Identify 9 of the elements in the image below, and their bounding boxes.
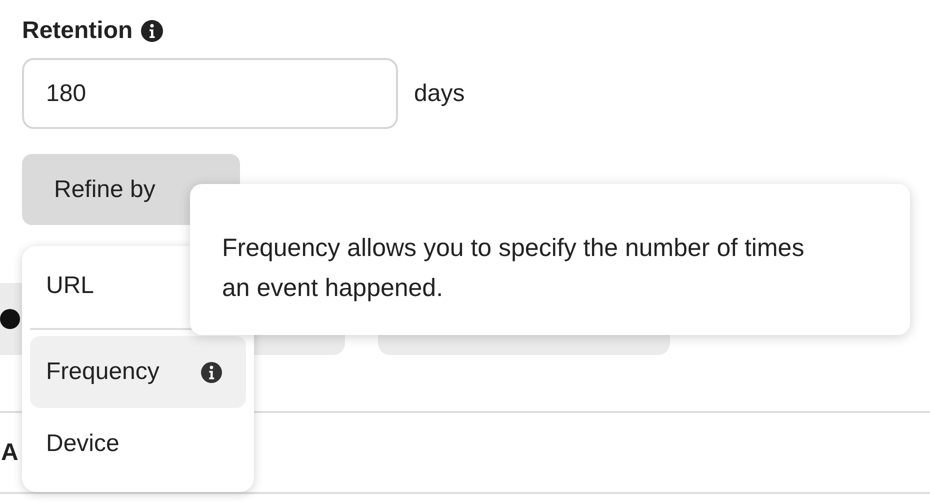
circle-icon <box>0 309 20 329</box>
info-icon[interactable] <box>201 362 222 382</box>
retention-field[interactable]: 180 <box>22 58 398 129</box>
unit-label: days <box>414 80 465 108</box>
info-icon[interactable] <box>140 20 163 42</box>
section-heading: A <box>1 438 18 466</box>
field-label: Retention <box>22 17 133 45</box>
menu-item[interactable]: Frequency <box>30 336 246 408</box>
tooltip: Frequency allows you to specify the number of times an event happened. <box>190 184 910 335</box>
